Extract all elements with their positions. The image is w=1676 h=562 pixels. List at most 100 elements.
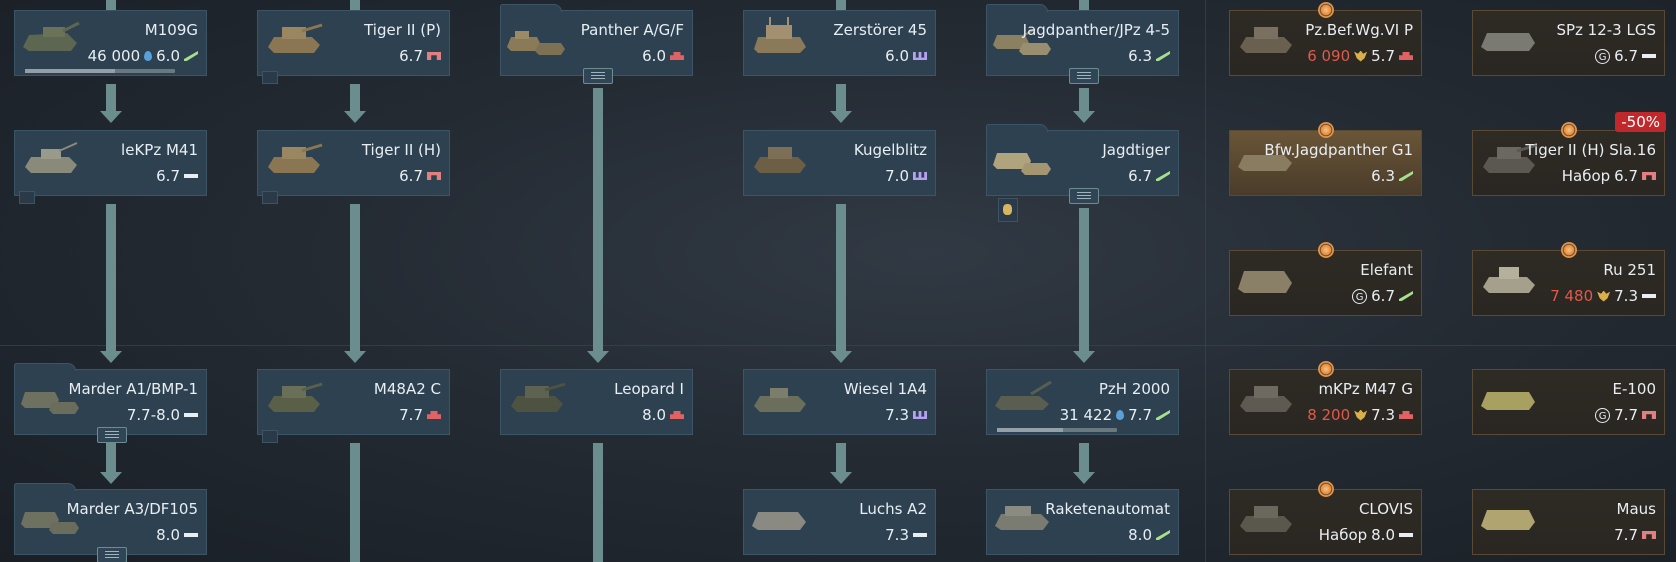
arrow-tiger2p-tiger2h — [344, 84, 366, 123]
vehicle-name: Raketenautomat — [1045, 500, 1170, 518]
tank-destroyer-icon — [1156, 51, 1170, 61]
premium-icon — [1560, 122, 1577, 138]
arrow-leopard-down — [593, 443, 603, 562]
heavy-tank-icon — [427, 52, 441, 60]
premium-vehicle-card[interactable]: mKPz M47 G 8 200 7.3 — [1229, 361, 1422, 435]
battle-rating: 6.7 — [399, 47, 423, 65]
spaa-icon — [913, 52, 927, 60]
vehicle-card[interactable]: Kugelblitz 7.0 — [743, 130, 936, 196]
vehicle-group-card[interactable]: Jagdpanther/JPz 4-5 6.3 — [986, 4, 1179, 84]
vehicle-thumbnail — [1477, 376, 1539, 416]
battle-rating: 6.7 — [156, 167, 180, 185]
expand-group-icon[interactable] — [1068, 188, 1099, 204]
vehicle-br-row: 7.0 — [885, 167, 927, 185]
vehicle-name: Kugelblitz — [853, 141, 927, 159]
battle-rating: 6.0 — [885, 47, 909, 65]
vehicle-card[interactable]: Wiesel 1A4 7.3 — [743, 369, 936, 435]
vehicle-br-row: Набор 6.7 — [1562, 167, 1656, 185]
vehicle-card[interactable]: leKPz M41 6.7 — [14, 130, 207, 204]
vehicle-card[interactable]: Tiger II (H) 6.7 — [257, 130, 450, 204]
heavy-tank-icon — [1642, 172, 1656, 180]
vehicle-br-row: 8.0 — [156, 526, 198, 544]
expand-group-icon[interactable] — [96, 427, 127, 443]
rank-badge — [262, 191, 278, 204]
vehicle-br-row: G 6.7 — [1595, 47, 1656, 65]
vehicle-name: Marder A3/DF105 — [66, 500, 198, 518]
vehicle-card[interactable]: Zerstörer 45 6.0 — [743, 10, 936, 76]
premium-divider — [1205, 0, 1206, 562]
arrow-tiger2h-m48 — [344, 204, 366, 363]
premium-vehicle-card[interactable]: E-100 G 7.7 — [1472, 369, 1665, 435]
premium-vehicle-card[interactable]: -50% Tiger II (H) Sla.16 Набор 6.7 — [1472, 112, 1666, 196]
research-progress — [25, 69, 175, 73]
vehicle-card[interactable]: PzH 2000 31 422 7.7 — [986, 369, 1179, 435]
light-tank-icon — [184, 174, 198, 178]
gaijin-coin-icon: G — [1595, 407, 1611, 423]
vehicle-card[interactable]: Leopard I 8.0 — [500, 369, 693, 435]
golden-eagle-icon — [1597, 290, 1611, 302]
premium-vehicle-card[interactable]: CLOVIS Набор 8.0 — [1229, 481, 1422, 555]
battle-rating: 6.3 — [1128, 47, 1152, 65]
vehicle-thumbnail — [991, 137, 1053, 177]
arrow-stub — [106, 0, 116, 10]
research-points-icon — [1116, 410, 1125, 420]
vehicle-br-row: 7.3 — [885, 526, 927, 544]
vehicle-card[interactable]: M48A2 C 7.7 — [257, 369, 450, 443]
rank-badge — [262, 71, 278, 84]
vehicle-thumbnail — [1477, 17, 1539, 57]
premium-vehicle-card[interactable]: Maus 7.7 — [1472, 489, 1665, 555]
vehicle-br-row: 6.3 — [1371, 167, 1413, 185]
vehicle-thumbnail — [748, 137, 810, 177]
battle-rating: 6.7 — [399, 167, 423, 185]
expand-group-icon[interactable] — [96, 547, 127, 562]
pack-label: Набор — [1318, 526, 1368, 544]
vehicle-name: CLOVIS — [1358, 500, 1413, 518]
vehicle-br-row: 6.0 — [885, 47, 927, 65]
vehicle-br-row: 7.7 — [1614, 526, 1656, 544]
vehicle-name: leKPz M41 — [121, 141, 198, 159]
purchase-cost: 6 090 — [1307, 47, 1351, 65]
arrow-m109g-lekpz — [100, 84, 122, 123]
expand-group-icon[interactable] — [582, 68, 613, 84]
premium-vehicle-card[interactable]: Elefant G 6.7 — [1229, 242, 1422, 316]
arrow-stub — [836, 0, 846, 10]
vehicle-thumbnail — [262, 376, 324, 416]
expand-group-icon[interactable] — [1068, 68, 1099, 84]
arrow-m48-down — [350, 443, 360, 562]
arrow-jagdpanther-jagdtiger — [1073, 88, 1095, 123]
research-cost: 31 422 — [1059, 406, 1113, 424]
vehicle-group-card[interactable]: Jagdtiger 6.7 — [986, 124, 1179, 204]
vehicle-card[interactable]: Tiger II (P) 6.7 — [257, 10, 450, 84]
battle-rating: 7.7 — [399, 406, 423, 424]
vehicle-br-row: 8.0 — [642, 406, 684, 424]
vehicle-thumbnail — [748, 376, 810, 416]
premium-vehicle-card[interactable]: Bfw.Jagdpanther G1 6.3 — [1229, 122, 1422, 196]
vehicle-group-card[interactable]: Marder A1/BMP-1 7.7-8.0 — [14, 363, 207, 443]
vehicle-thumbnail — [991, 496, 1053, 536]
premium-vehicle-card[interactable]: Ru 251 7 480 7.3 — [1472, 242, 1665, 316]
battle-rating: 7.3 — [1614, 287, 1638, 305]
spaa-icon — [913, 172, 927, 180]
vehicle-group-card[interactable]: Panther A/G/F 6.0 — [500, 4, 693, 84]
light-tank-icon — [184, 533, 198, 537]
vehicle-name: Tiger II (P) — [364, 21, 441, 39]
premium-vehicle-card[interactable]: SPz 12-3 LGS G 6.7 — [1472, 10, 1665, 76]
premium-vehicle-card[interactable]: Pz.Bef.Wg.VI P 6 090 5.7 — [1229, 2, 1422, 76]
premium-icon — [1317, 2, 1334, 18]
vehicle-br-row: 7.7 — [399, 406, 441, 424]
vehicle-group-card[interactable]: Marder A3/DF105 8.0 — [14, 483, 207, 562]
battle-rating: 6.0 — [642, 47, 666, 65]
arrow-marder-a1-a3 — [100, 443, 122, 484]
vehicle-name: Maus — [1616, 500, 1656, 518]
arrow-lekpz-marder — [100, 204, 122, 363]
vehicle-name: Jagdpanther/JPz 4-5 — [1022, 21, 1170, 39]
vehicle-card[interactable]: Raketenautomat 8.0 — [986, 489, 1179, 555]
vehicle-br-row: 31 422 7.7 — [1060, 406, 1170, 424]
arrow-jagdtiger-pzh — [1073, 208, 1095, 363]
research-points-icon — [144, 51, 153, 61]
arrow-wiesel-luchs — [830, 443, 852, 484]
vehicle-name: Tiger II (H) — [361, 141, 441, 159]
premium-icon — [1317, 122, 1334, 138]
vehicle-card[interactable]: M109G 46 000 6.0 — [14, 10, 207, 76]
vehicle-card[interactable]: Luchs A2 7.3 — [743, 489, 936, 555]
